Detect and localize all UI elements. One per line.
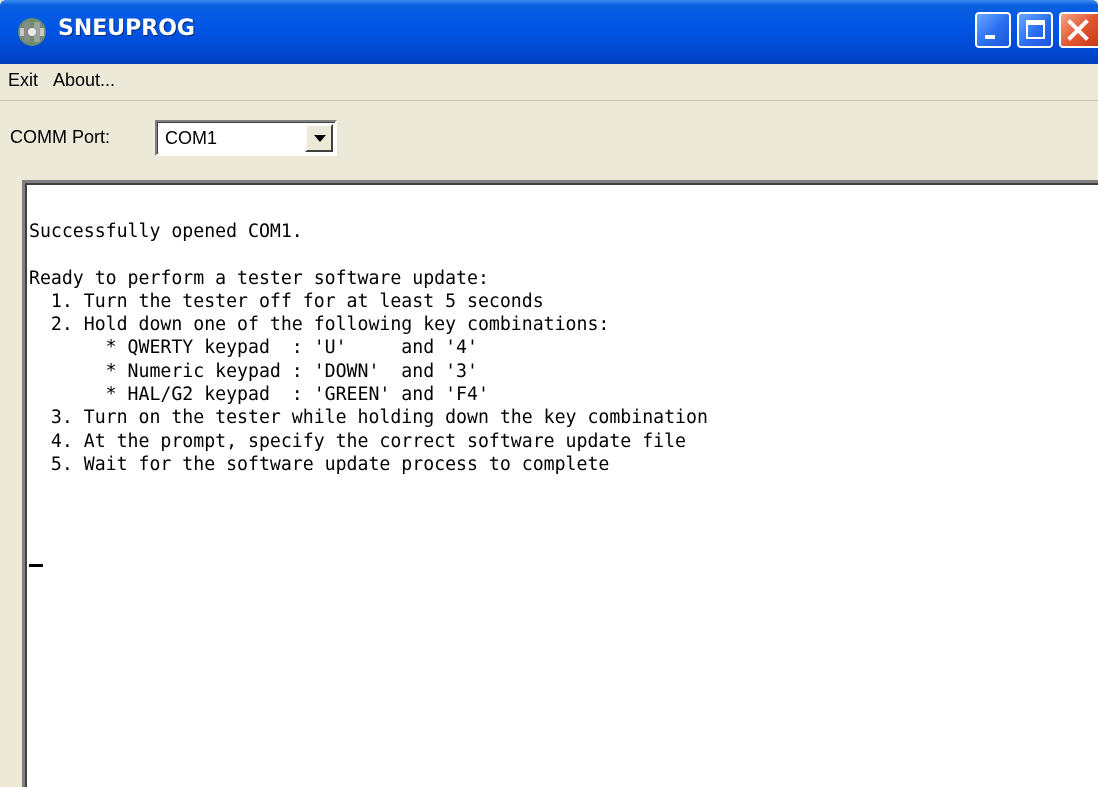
comm-port-dropdown[interactable]: COM1 (155, 120, 337, 156)
maximize-button[interactable] (1017, 12, 1053, 48)
toolbar: COMM Port: COM1 (0, 101, 1098, 171)
console-line: * Numeric keypad : 'DOWN' and '3' (29, 360, 478, 382)
menu-exit[interactable]: Exit (8, 70, 38, 91)
text-caret (29, 564, 43, 567)
menu-bar: Exit About... (0, 64, 1098, 101)
comm-port-value: COM1 (165, 128, 218, 148)
console-line: 2. Hold down one of the following key co… (29, 314, 610, 336)
chevron-down-icon (314, 135, 326, 142)
app-window: SNEUPROG Exit About... COMM Port: COM1 S… (0, 0, 1098, 787)
maximize-icon (1026, 20, 1045, 39)
close-icon (1067, 19, 1089, 41)
console-line: * HAL/G2 keypad : 'GREEN' and 'F4' (29, 384, 489, 406)
console-line: Successfully opened COM1. (29, 221, 303, 242)
console-line: 3. Turn on the tester while holding down… (29, 407, 708, 429)
console-line: * QWERTY keypad : 'U' and '4' (29, 337, 478, 359)
menu-about[interactable]: About... (53, 70, 115, 91)
comm-port-label: COMM Port: (10, 127, 111, 147)
console-line: 5. Wait for the software update process … (29, 453, 610, 475)
dropdown-button[interactable] (305, 124, 333, 152)
console-line: 1. Turn the tester off for at least 5 se… (29, 290, 544, 312)
console-line: Ready to perform a tester software updat… (29, 267, 489, 289)
close-button[interactable] (1059, 12, 1098, 48)
minimize-icon (985, 35, 995, 39)
title-bar[interactable]: SNEUPROG (0, 0, 1098, 64)
console-line: 4. At the prompt, specify the correct so… (29, 430, 686, 452)
console-text: Successfully opened COM1. Ready to perfo… (29, 220, 708, 476)
minimize-button[interactable] (975, 12, 1011, 48)
window-title: SNEUPROG (58, 16, 195, 41)
app-icon (14, 14, 50, 50)
output-console[interactable]: Successfully opened COM1. Ready to perfo… (22, 180, 1098, 787)
